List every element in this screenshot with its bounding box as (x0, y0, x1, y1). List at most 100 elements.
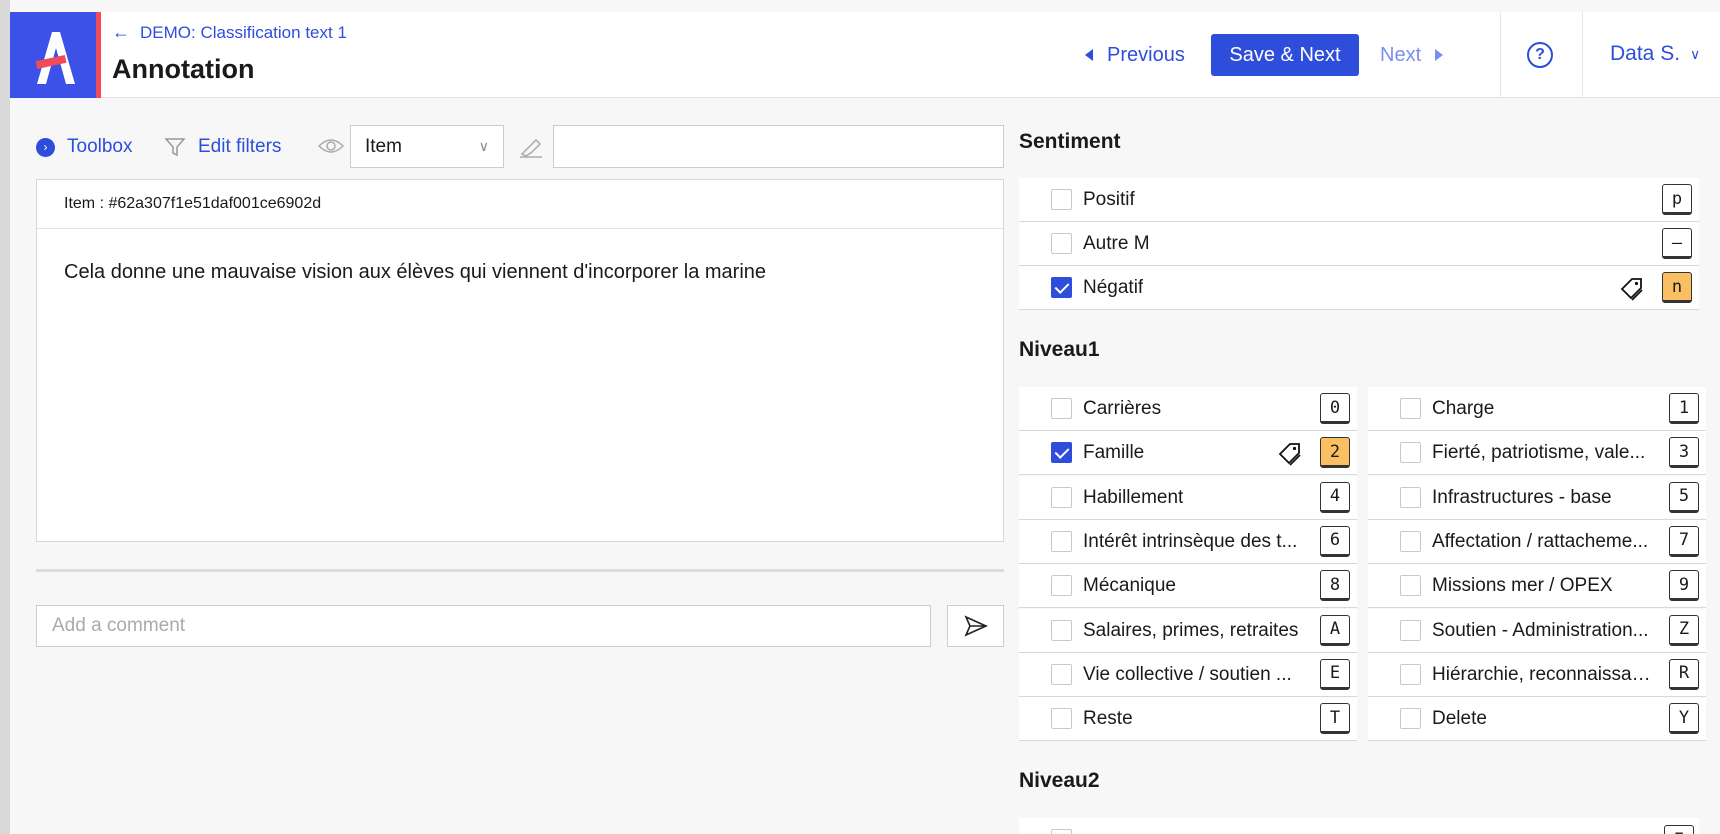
comment-input[interactable]: Add a comment (36, 605, 931, 647)
save-next-button[interactable]: Save & Next (1211, 34, 1359, 76)
option-row[interactable]: Mécanique 8 (1019, 564, 1357, 609)
option-row[interactable]: Reste T (1019, 697, 1357, 742)
shortcut-key: p (1662, 184, 1692, 215)
shortcut-key: 1 (1669, 393, 1699, 424)
shortcut-key: – (1662, 228, 1692, 259)
option-label: Habillement (1083, 486, 1184, 508)
left-edge-strip (0, 0, 10, 834)
view-select-value: Item (365, 135, 402, 157)
chevron-down-icon: ∨ (1690, 45, 1701, 62)
checkbox[interactable] (1051, 708, 1072, 730)
option-row[interactable]: Autre M – (1019, 222, 1699, 266)
shortcut-key: A (1320, 614, 1350, 646)
logo-a-icon (35, 32, 75, 84)
breadcrumb-label: DEMO: Classification text 1 (140, 22, 347, 42)
edit-filters-label: Edit filters (198, 136, 282, 157)
option-row[interactable]: Infrastructures - base 5 (1368, 475, 1706, 520)
shortcut-key: 8 (1320, 570, 1350, 602)
option-label: Autre M (1083, 233, 1150, 254)
checkbox[interactable] (1051, 398, 1072, 419)
toolbox-button[interactable]: › Toolbox (36, 125, 133, 169)
divider (1582, 12, 1583, 98)
section-title-niveau2: Niveau2 (1019, 769, 1100, 792)
help-circle-icon[interactable]: ? (1527, 42, 1553, 68)
shortcut-key: E (1320, 658, 1350, 690)
toolbar: › Toolbox Edit filters Item ∨ (36, 125, 1004, 169)
shortcut-key: 6 (1320, 525, 1350, 557)
chevron-down-icon: ∨ (478, 138, 489, 154)
option-label: Missions mer / OPEX (1432, 575, 1613, 597)
shortcut-key: T (1320, 703, 1350, 735)
option-row[interactable]: Positif p (1019, 178, 1699, 222)
option-row[interactable]: Intérêt intrinsèque des t... 6 (1019, 519, 1357, 564)
shortcut-key: E (1664, 825, 1694, 834)
checkbox[interactable] (1051, 486, 1072, 508)
option-row[interactable]: Famille 2 (1019, 431, 1357, 476)
shortcut-key: 9 (1669, 570, 1699, 602)
highlight-input[interactable] (553, 125, 1004, 168)
previous-button[interactable]: Previous (1085, 34, 1185, 76)
option-row[interactable]: Hiérarchie, reconnaissan... R (1368, 652, 1706, 697)
option-label: Mécanique (1083, 575, 1176, 597)
item-text: Cela donne une mauvaise vision aux élève… (64, 261, 767, 283)
shortcut-key: 2 (1320, 437, 1350, 469)
option-label: Hiérarchie, reconnaissan... (1432, 663, 1656, 685)
checkbox[interactable] (1400, 663, 1421, 685)
send-button[interactable] (947, 605, 1004, 647)
checkbox[interactable] (1051, 829, 1072, 834)
option-label: Vie collective / soutien ... (1083, 663, 1292, 685)
previous-label: Previous (1107, 43, 1185, 66)
divider (1500, 12, 1501, 98)
checkbox[interactable] (1051, 189, 1072, 210)
checkbox[interactable] (1051, 277, 1072, 298)
checkbox[interactable] (1051, 442, 1072, 464)
next-button[interactable]: Next (1380, 34, 1444, 76)
view-select[interactable]: Item ∨ (350, 125, 504, 168)
option-row[interactable]: Salaires, primes, retraites A (1019, 608, 1357, 653)
option-row[interactable]: Fierté, patriotisme, vale... 3 (1368, 431, 1706, 476)
option-label: Positif (1083, 189, 1135, 210)
checkbox[interactable] (1051, 663, 1072, 685)
checkbox[interactable] (1400, 486, 1421, 508)
shortcut-key: 5 (1669, 481, 1699, 513)
option-label: Soutien - Administration... (1432, 619, 1649, 641)
checkbox[interactable] (1400, 708, 1421, 730)
top-bar: ← DEMO: Classification text 1 Annotation… (10, 12, 1720, 98)
option-row[interactable]: Charge 1 (1368, 387, 1706, 431)
app-logo[interactable] (10, 12, 101, 98)
option-row[interactable]: Soutien - Administration... Z (1368, 608, 1706, 653)
item-id: Item : #62a307f1e51daf001ce6902d (37, 180, 1003, 229)
checkbox[interactable] (1400, 398, 1421, 419)
option-row[interactable]: Habillement 4 (1019, 475, 1357, 520)
option-row[interactable]: Vie collective / soutien ... E (1019, 652, 1357, 697)
option-label: Affectation / rattacheme... (1432, 530, 1649, 552)
checkbox[interactable] (1400, 442, 1421, 464)
shortcut-key: 4 (1320, 481, 1350, 513)
user-label: Data S. (1610, 42, 1681, 65)
user-menu[interactable]: Data S. ∨ (1610, 42, 1700, 66)
breadcrumb[interactable]: ← DEMO: Classification text 1 (112, 22, 347, 43)
checkbox[interactable] (1400, 530, 1421, 552)
checkbox[interactable] (1051, 530, 1072, 552)
tag-icon (1277, 441, 1303, 472)
checkbox[interactable] (1400, 619, 1421, 641)
checkbox[interactable] (1400, 575, 1421, 597)
option-row[interactable]: Affectation / rattacheme... 7 (1368, 519, 1706, 564)
toolbox-label: Toolbox (67, 136, 133, 157)
option-row[interactable]: Négatif n (1019, 266, 1699, 310)
option-label: Infrastructures - base (1432, 486, 1612, 508)
option-label: Salaires, primes, retraites (1083, 619, 1299, 641)
edit-filters-button[interactable]: Edit filters (164, 125, 281, 169)
checkbox[interactable] (1051, 575, 1072, 597)
filter-icon (164, 138, 186, 157)
option-row[interactable]: Delete Y (1368, 697, 1706, 742)
item-panel: Item : #62a307f1e51daf001ce6902d Cela do… (36, 179, 1004, 542)
option-label: Carrières (1083, 398, 1162, 419)
checkbox[interactable] (1051, 233, 1072, 254)
checkbox[interactable] (1051, 619, 1072, 641)
option-label: Famille (1083, 442, 1145, 464)
eye-icon[interactable] (318, 136, 344, 156)
option-row[interactable]: Missions mer / OPEX 9 (1368, 564, 1706, 609)
option-row[interactable]: Carrières 0 (1019, 387, 1357, 431)
niveau2-option-row[interactable]: E (1019, 818, 1699, 834)
